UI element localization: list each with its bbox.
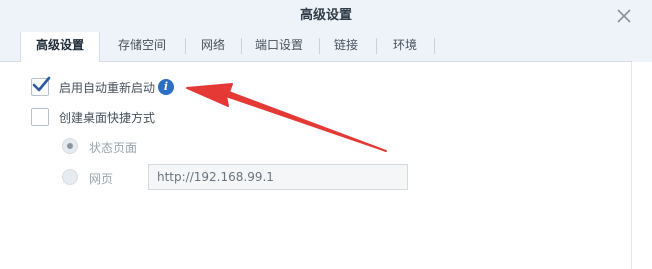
content-right-border — [631, 62, 632, 269]
tab-separator — [434, 38, 435, 54]
tab-separator — [376, 38, 377, 54]
check-icon — [32, 76, 51, 92]
tab-storage[interactable]: 存储空间 — [104, 32, 180, 61]
advanced-settings-dialog: 高级设置 高级设置 存储空间 网络 端口设置 链接 环境 启用自动重新启动 i … — [0, 0, 652, 269]
webpage-url-input[interactable] — [148, 164, 408, 190]
webpage-label: 网页 — [89, 172, 114, 186]
autorestart-label: 启用自动重新启动 — [59, 81, 156, 95]
dialog-title: 高级设置 — [299, 8, 352, 23]
info-icon[interactable]: i — [158, 79, 174, 95]
autorestart-checkbox[interactable] — [31, 76, 51, 96]
tab-bar: 高级设置 存储空间 网络 端口设置 链接 环境 — [0, 32, 652, 62]
tab-separator — [319, 38, 320, 54]
tab-advanced-settings[interactable]: 高级设置 — [20, 32, 100, 62]
title-bar: 高级设置 — [0, 0, 652, 32]
webpage-radio[interactable] — [62, 169, 78, 185]
desktop-shortcut-label: 创建桌面快捷方式 — [59, 111, 156, 125]
tab-links[interactable]: 链接 — [325, 32, 367, 61]
tab-environment[interactable]: 环境 — [382, 32, 428, 61]
tab-separator — [241, 38, 242, 54]
tab-network[interactable]: 网络 — [190, 32, 236, 61]
status-page-label: 状态页面 — [89, 141, 138, 155]
tab-separator — [185, 38, 186, 54]
status-page-radio[interactable] — [62, 138, 78, 154]
close-icon[interactable] — [616, 8, 632, 24]
radio-selected-dot — [67, 143, 73, 149]
desktop-shortcut-checkbox[interactable] — [31, 108, 49, 126]
tab-port-settings[interactable]: 端口设置 — [246, 32, 312, 61]
